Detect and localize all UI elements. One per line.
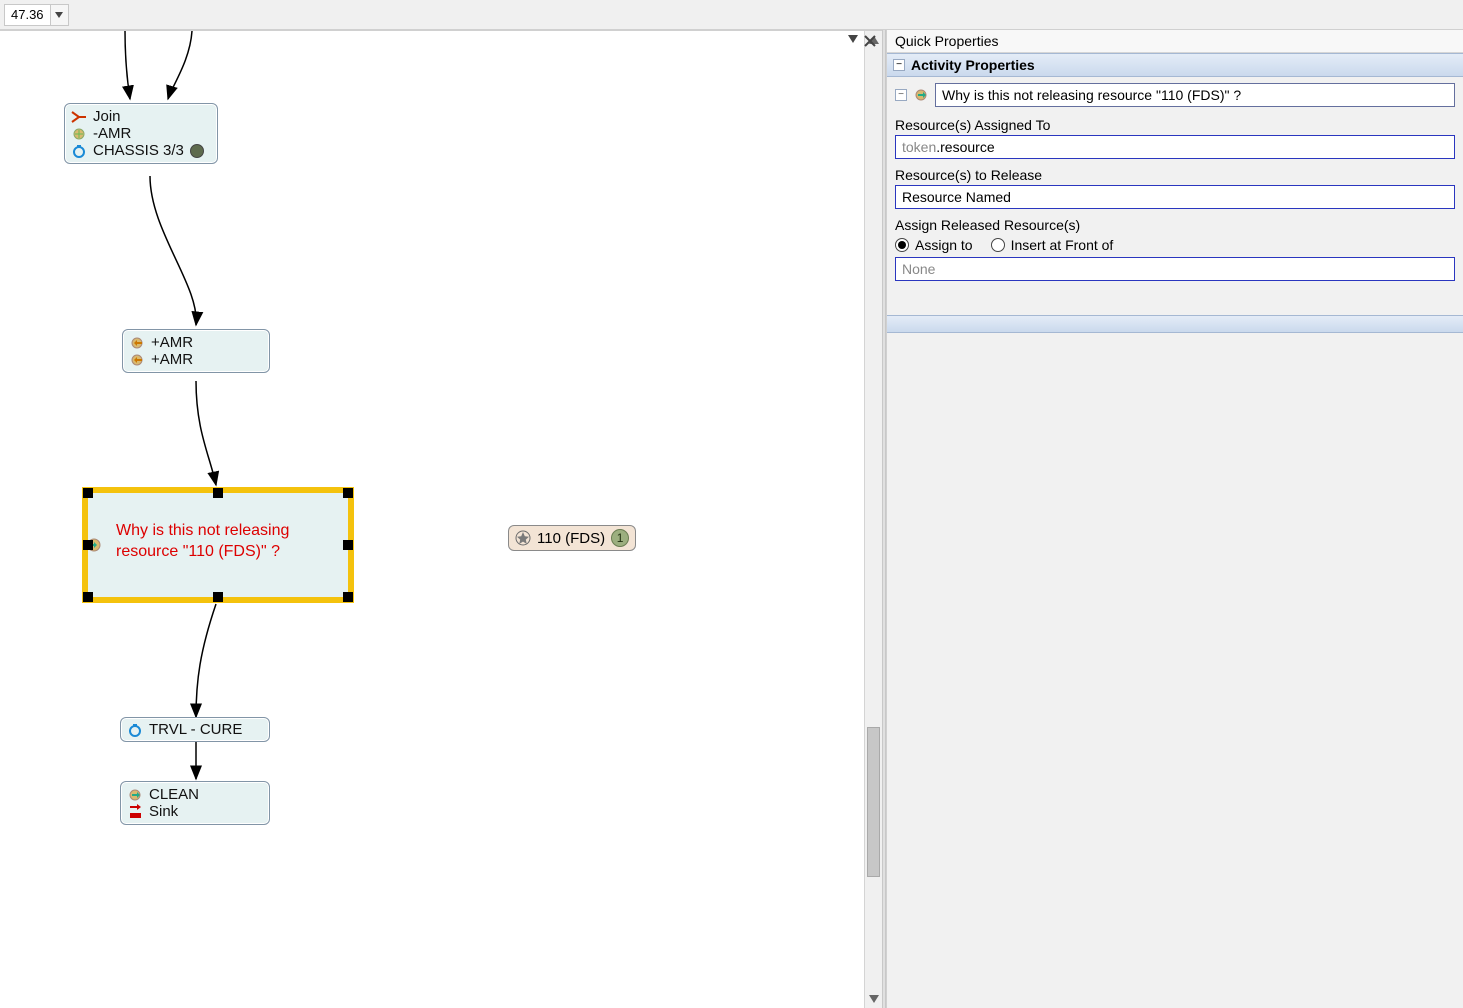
- radio-assign-to[interactable]: Assign to: [895, 237, 973, 253]
- node-join-label1: Join: [93, 108, 121, 125]
- panel-title: Quick Properties: [887, 30, 1463, 53]
- canvas-vertical-scrollbar[interactable]: [864, 31, 882, 1008]
- release-resource-icon: [913, 87, 929, 103]
- assigned-to-prefix: token: [902, 139, 936, 155]
- top-toolbar: 47.36: [0, 0, 1463, 30]
- node-join[interactable]: Join -AMR CHASSIS 3/3: [64, 103, 218, 164]
- selection-handle[interactable]: [83, 540, 93, 550]
- radio-unchecked-icon: [991, 238, 1005, 252]
- canvas-panel-controls: [842, 31, 882, 51]
- radio-insert-front-label: Insert at Front of: [1011, 237, 1114, 253]
- input-resources-assigned-to[interactable]: token.resource: [895, 135, 1455, 159]
- get-resource-icon: [129, 335, 145, 351]
- assigned-to-rest: .resource: [936, 139, 994, 155]
- node-clean-sink[interactable]: CLEAN Sink: [120, 781, 270, 825]
- resource-count-badge: 1: [611, 529, 629, 547]
- label-assign-released-resources: Assign Released Resource(s): [895, 217, 1455, 233]
- radio-assign-to-label: Assign to: [915, 237, 973, 253]
- resource-label: 110 (FDS): [537, 530, 605, 547]
- timer-icon: [127, 722, 143, 738]
- label-resources-assigned-to: Resource(s) Assigned To: [895, 117, 1455, 133]
- node-clean-label1: CLEAN: [149, 786, 199, 803]
- selection-handle[interactable]: [83, 592, 93, 602]
- input-assign-target[interactable]: None: [895, 257, 1455, 281]
- resource-node-110-fds[interactable]: 110 (FDS) 1: [508, 525, 636, 551]
- diagram-canvas[interactable]: Join -AMR CHASSIS 3/3: [0, 30, 882, 1008]
- release-resource-icon: [127, 787, 143, 803]
- selection-handle[interactable]: [213, 488, 223, 498]
- selection-handle[interactable]: [213, 592, 223, 602]
- get-resource-icon: [129, 352, 145, 368]
- zoom-value-box[interactable]: 47.36: [4, 4, 51, 26]
- release-resource-icon: [71, 126, 87, 142]
- zoom-dropdown-button[interactable]: [51, 4, 69, 26]
- resource-star-icon: [515, 530, 531, 546]
- node-trvl-label: TRVL - CURE: [149, 721, 242, 738]
- panel-options-dropdown-icon[interactable]: [848, 35, 858, 47]
- selection-handle[interactable]: [343, 488, 353, 498]
- selection-handle[interactable]: [343, 540, 353, 550]
- node-selected-release[interactable]: Why is this not releasing resource "110 …: [82, 487, 354, 603]
- timer-icon: [71, 143, 87, 159]
- label-resources-to-release: Resource(s) to Release: [895, 167, 1455, 183]
- node-amr[interactable]: +AMR +AMR: [122, 329, 270, 373]
- scrollbar-track[interactable]: [865, 49, 882, 990]
- selection-handle[interactable]: [343, 592, 353, 602]
- section-footer-bar: [887, 315, 1463, 333]
- node-join-label2: -AMR: [93, 125, 131, 142]
- node-selected-text: Why is this not releasing resource "110 …: [116, 521, 326, 563]
- node-amr-label2: +AMR: [151, 351, 193, 368]
- join-icon: [71, 109, 87, 125]
- status-dot-icon: [190, 144, 204, 158]
- selection-handle[interactable]: [83, 488, 93, 498]
- sink-icon: [127, 804, 143, 820]
- collapse-icon[interactable]: −: [893, 59, 905, 71]
- section-title-text: Activity Properties: [911, 57, 1035, 73]
- collapse-icon[interactable]: −: [895, 89, 907, 101]
- section-activity-properties[interactable]: − Activity Properties: [887, 53, 1463, 77]
- node-trvl-cure[interactable]: TRVL - CURE: [120, 717, 270, 742]
- radio-checked-icon: [895, 238, 909, 252]
- panel-close-icon[interactable]: [864, 35, 876, 47]
- node-clean-label2: Sink: [149, 803, 178, 820]
- chevron-down-icon: [55, 12, 63, 18]
- node-join-label3: CHASSIS 3/3: [93, 142, 184, 159]
- node-amr-label1: +AMR: [151, 334, 193, 351]
- activity-name-input[interactable]: Why is this not releasing resource "110 …: [935, 83, 1455, 107]
- scrollbar-thumb[interactable]: [867, 727, 880, 878]
- input-resources-to-release[interactable]: Resource Named: [895, 185, 1455, 209]
- radio-insert-front[interactable]: Insert at Front of: [991, 237, 1114, 253]
- scroll-down-arrow-icon[interactable]: [865, 990, 882, 1008]
- quick-properties-panel: Quick Properties − Activity Properties −…: [886, 30, 1463, 1008]
